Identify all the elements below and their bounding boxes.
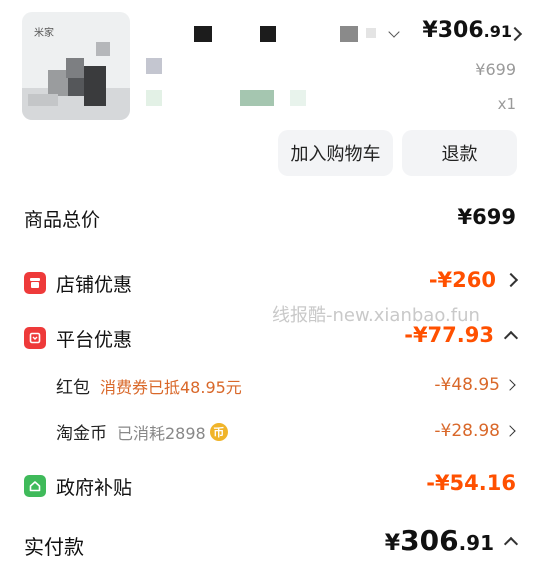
expand-title-icon[interactable] — [388, 26, 400, 38]
collapse-chevron-icon — [503, 330, 519, 346]
red-packet-amount-action[interactable]: -¥48.95 — [434, 375, 516, 395]
store-discount-chevron-icon — [503, 272, 519, 288]
platform-discount-value: -¥77.93 — [404, 323, 494, 347]
gov-subsidy-icon — [24, 475, 46, 497]
amount-paid-label: 实付款 — [24, 535, 84, 559]
thumbnail-brand-text: 米家 — [34, 28, 54, 39]
store-discount-label: 店铺优惠 — [56, 274, 133, 296]
quantity: x1 — [497, 95, 516, 113]
red-packet-chevron-icon — [504, 378, 516, 391]
gov-subsidy-label: 政府补贴 — [56, 477, 133, 499]
product-price-decimal: .91 — [483, 22, 512, 41]
taojinbi-note: 已消耗2898 — [117, 423, 206, 443]
add-to-cart-button[interactable]: 加入购物车 — [278, 130, 393, 176]
red-packet-row[interactable]: 红包 消费券已抵48.95元 — [56, 373, 242, 399]
taojinbi-value: -¥28.98 — [434, 421, 500, 441]
red-packet-note: 消费券已抵48.95元 — [100, 377, 242, 397]
taojinbi-label: 淘金币 — [56, 424, 107, 444]
platform-discount-label: 平台优惠 — [56, 329, 133, 351]
platform-discount-row-action[interactable]: -¥77.93 — [404, 323, 519, 347]
amount-paid-main: 306 — [400, 524, 459, 557]
amount-paid-value: ¥306.91 — [385, 524, 494, 557]
refund-button[interactable]: 退款 — [402, 130, 517, 176]
red-packet-label: 红包 — [56, 378, 90, 398]
amount-paid-action[interactable]: ¥306.91 — [385, 524, 519, 557]
product-thumbnail[interactable]: 米家 — [22, 12, 130, 120]
product-title-censored — [140, 14, 390, 110]
amount-paid-currency: ¥ — [384, 531, 401, 556]
original-price: ¥699 — [475, 60, 516, 79]
store-icon — [24, 272, 46, 294]
platform-discount-icon — [24, 327, 46, 349]
goods-total-label: 商品总价 — [24, 209, 101, 231]
amount-paid-expand-icon — [503, 536, 519, 551]
gov-subsidy-value: -¥54.16 — [426, 471, 516, 495]
store-discount-value: -¥260 — [428, 268, 496, 292]
coin-icon: 币 — [209, 422, 228, 441]
product-price-main: ¥306 — [422, 18, 484, 43]
taojinbi-amount-action[interactable]: -¥28.98 — [434, 421, 516, 441]
product-price[interactable]: ¥306.91 — [422, 18, 512, 43]
goods-total-value: ¥699 — [457, 205, 516, 229]
red-packet-value: -¥48.95 — [434, 375, 500, 395]
taojinbi-row[interactable]: 淘金币 已消耗2898 币 — [56, 419, 228, 444]
amount-paid-decimal: .91 — [458, 531, 494, 555]
taojinbi-chevron-icon — [504, 424, 516, 437]
store-discount-row-action[interactable]: -¥260 — [428, 268, 519, 292]
